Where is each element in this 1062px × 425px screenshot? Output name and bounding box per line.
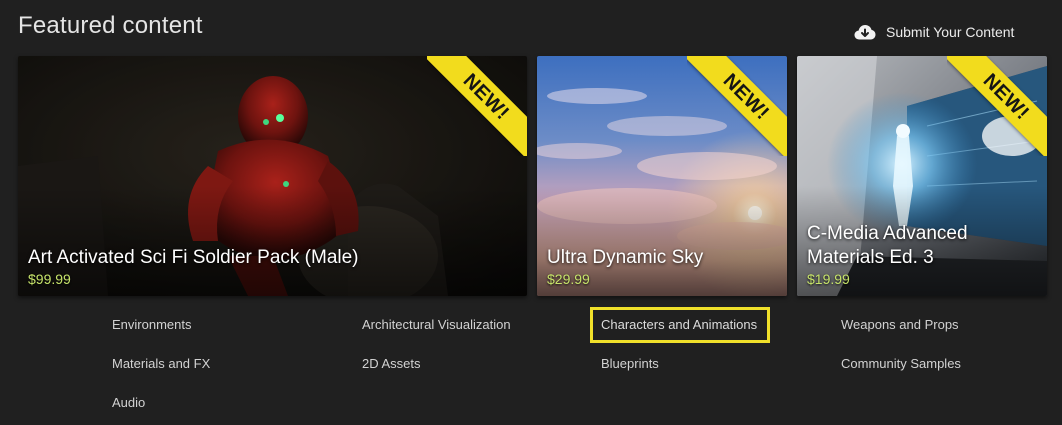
card-title: Art Activated Sci Fi Soldier Pack (Male) bbox=[28, 247, 359, 268]
featured-card-c-media-materials[interactable]: NEW! C-Media Advanced Materials Ed. 3 $1… bbox=[797, 56, 1047, 296]
submit-content-label: Submit Your Content bbox=[886, 24, 1015, 40]
card-title: Ultra Dynamic Sky bbox=[547, 247, 704, 268]
card-title: C-Media Advanced Materials Ed. 3 bbox=[807, 223, 968, 268]
card-price: $29.99 bbox=[547, 271, 590, 287]
cloud-download-icon bbox=[854, 24, 876, 40]
card-info: Ultra Dynamic Sky $29.99 bbox=[547, 246, 779, 287]
submit-content-button[interactable]: Submit Your Content bbox=[854, 20, 1014, 44]
card-price: $19.99 bbox=[807, 271, 850, 287]
page-title: Featured content bbox=[18, 12, 203, 39]
category-materials-and-fx[interactable]: Materials and FX bbox=[112, 356, 210, 372]
category-architectural-visualization[interactable]: Architectural Visualization bbox=[362, 317, 511, 333]
category-weapons-and-props[interactable]: Weapons and Props bbox=[841, 317, 959, 333]
category-blueprints[interactable]: Blueprints bbox=[601, 356, 659, 372]
card-price: $99.99 bbox=[28, 271, 71, 287]
category-community-samples[interactable]: Community Samples bbox=[841, 356, 961, 372]
card-info: C-Media Advanced Materials Ed. 3 $19.99 bbox=[807, 222, 1039, 287]
category-audio[interactable]: Audio bbox=[112, 395, 145, 411]
card-info: Art Activated Sci Fi Soldier Pack (Male)… bbox=[28, 246, 519, 287]
featured-card-soldier-pack[interactable]: NEW! Art Activated Sci Fi Soldier Pack (… bbox=[18, 56, 527, 296]
category-2d-assets[interactable]: 2D Assets bbox=[362, 356, 421, 372]
featured-content-page: Featured content Submit Your Content NEW… bbox=[0, 0, 1062, 425]
category-characters-and-animations[interactable]: Characters and Animations bbox=[590, 307, 771, 343]
featured-card-ultra-dynamic-sky[interactable]: NEW! Ultra Dynamic Sky $29.99 bbox=[537, 56, 787, 296]
category-environments[interactable]: Environments bbox=[112, 317, 191, 333]
